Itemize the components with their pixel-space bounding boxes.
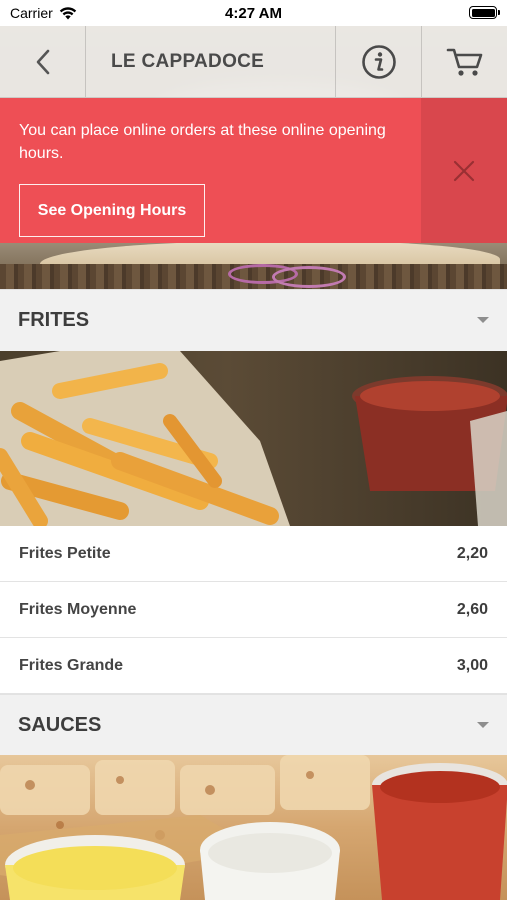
restaurant-title: LE CAPPADOCE: [86, 26, 336, 97]
cart-button[interactable]: [422, 26, 507, 97]
close-icon: [453, 160, 475, 181]
menu-item-row[interactable]: Frites Grande 3,00: [0, 638, 507, 694]
battery-icon: [469, 6, 500, 19]
status-time: 4:27 AM: [225, 5, 282, 22]
section-title: FRITES: [18, 309, 90, 331]
menu-item-price: 2,60: [456, 600, 488, 618]
nav-bar: LE CAPPADOCE: [0, 26, 507, 98]
menu-item-price: 3,00: [456, 656, 488, 674]
banner-close-button[interactable]: [421, 98, 507, 243]
hero-onion-ring: [272, 266, 346, 288]
info-button[interactable]: [336, 26, 422, 97]
section-header-sauces[interactable]: SAUCES: [0, 694, 507, 756]
app-screen: Carrier 4:27 AM LE CAPPADOCE You can pla…: [0, 0, 507, 900]
info-icon: [361, 44, 396, 79]
banner-content: You can place online orders at these onl…: [0, 98, 421, 243]
banner-message: You can place online orders at these onl…: [19, 122, 386, 162]
chevron-down-icon: [477, 317, 489, 323]
menu-item-row[interactable]: Frites Moyenne 2,60: [0, 582, 507, 638]
menu-item-name: Frites Moyenne: [19, 600, 137, 618]
sauces-photo: [0, 755, 507, 900]
menu-item-row[interactable]: Frites Petite 2,20: [0, 526, 507, 582]
menu-item-name: Frites Grande: [19, 656, 124, 674]
cart-icon: [446, 48, 482, 76]
opening-hours-banner: You can place online orders at these onl…: [0, 98, 507, 243]
back-chevron-icon: [36, 49, 49, 74]
menu-item-name: Frites Petite: [19, 544, 111, 562]
section-header-frites[interactable]: FRITES: [0, 289, 507, 351]
menu-item-price: 2,20: [456, 544, 488, 562]
fries-illustration: [0, 351, 507, 526]
frites-photo: [0, 351, 507, 526]
chevron-down-icon: [477, 722, 489, 728]
back-button[interactable]: [0, 26, 86, 97]
section-title: SAUCES: [18, 714, 102, 736]
see-opening-hours-button[interactable]: See Opening Hours: [19, 184, 205, 237]
status-bar: Carrier 4:27 AM: [0, 0, 507, 26]
sauces-illustration: [0, 755, 507, 900]
